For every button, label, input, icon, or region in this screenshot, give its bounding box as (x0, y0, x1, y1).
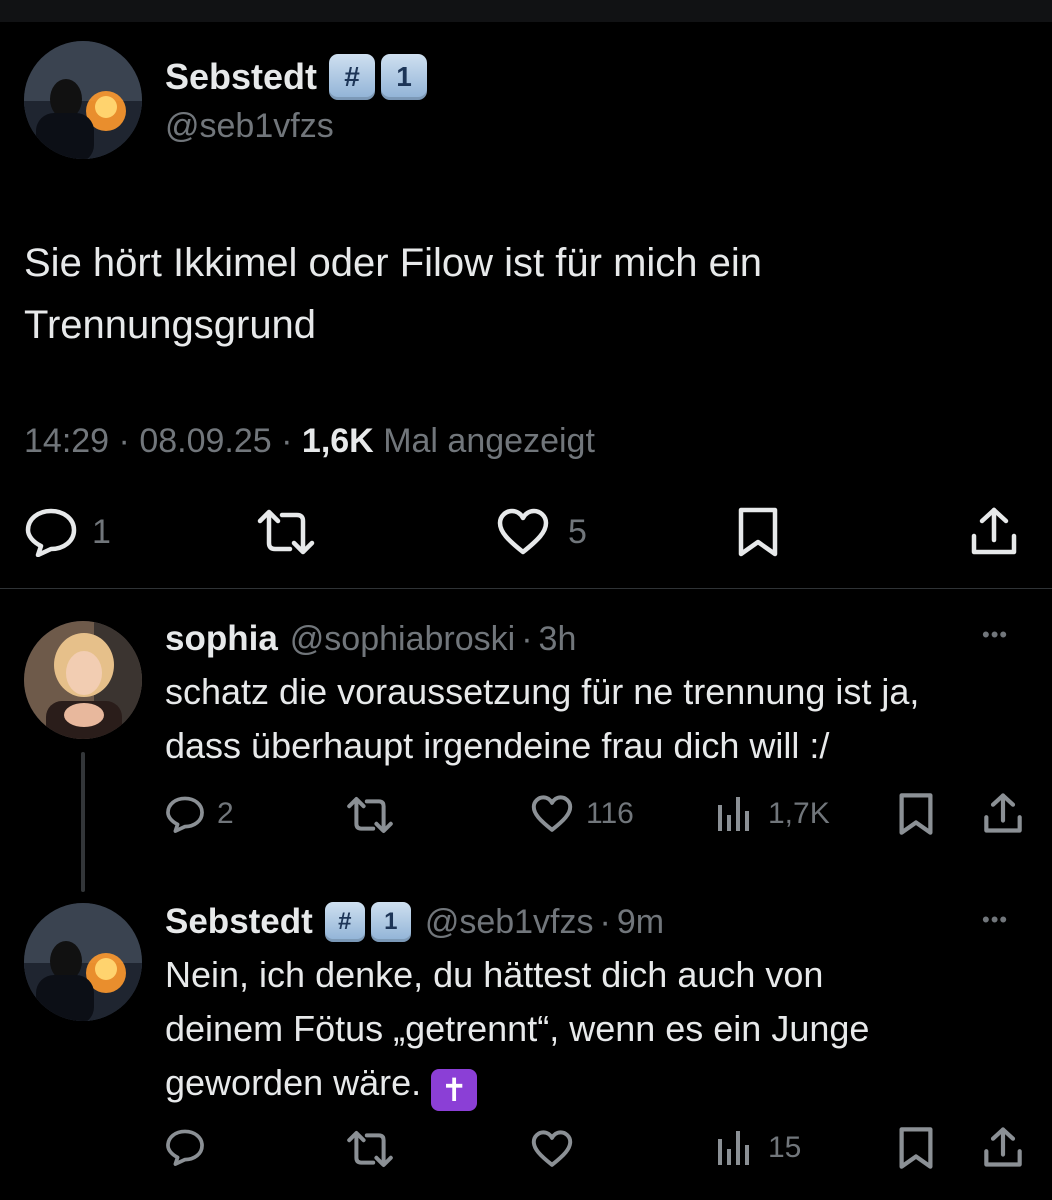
hash-badge: # (329, 54, 376, 100)
avatar-photo (24, 903, 142, 1021)
reply-share-button[interactable] (983, 792, 1023, 839)
author-handle[interactable]: @seb1vfzs (165, 107, 334, 146)
thread-line (81, 752, 85, 892)
reply-text-line: dass überhaupt irgendeine frau dich will… (165, 725, 830, 766)
reply-views-button[interactable]: 1,7K (716, 792, 830, 836)
author-name[interactable]: Sebstedt (165, 56, 317, 98)
reply-age[interactable]: 3h (539, 620, 577, 659)
reply-like-button[interactable]: 116 (530, 792, 634, 836)
tweet-date[interactable]: 08.09.25 (139, 422, 271, 460)
reply-text: schatz die voraussetzung für ne trennung… (165, 665, 919, 773)
latin-cross-emoji: ✝ (431, 1069, 478, 1111)
reply-avatar[interactable] (24, 621, 142, 739)
reply-text-line: Nein, ich denke, du hättest dich auch vo… (165, 954, 824, 995)
reply-bookmark-button[interactable] (898, 1126, 934, 1175)
bookmark-icon (899, 793, 933, 835)
tweet-meta: 14:29 · 08.09.25 · 1,6K Mal angezeigt (24, 422, 595, 461)
reply-author-handle[interactable]: @sophiabroski (290, 620, 515, 659)
views-count[interactable]: 1,6K (302, 422, 374, 460)
status-bar-strip (0, 0, 1052, 22)
share-icon (971, 507, 1017, 555)
heart-icon (531, 1130, 573, 1167)
tweet-text-line: Sie hört Ikkimel oder Filow ist für mich… (24, 241, 763, 285)
retweet-icon (347, 797, 393, 833)
share-button[interactable] (970, 506, 1018, 561)
reply-bookmark-button[interactable] (898, 792, 934, 841)
tweet-text-line: Trennungsgrund (24, 303, 317, 347)
more-options-button[interactable]: ••• (982, 907, 1008, 933)
reply-text-line: geworden wäre. (165, 1062, 422, 1103)
separator-dot: · (599, 902, 611, 941)
number-one-badge: 1 (370, 902, 411, 942)
reply-retweet-button[interactable] (345, 795, 395, 840)
bookmark-button[interactable] (737, 506, 779, 563)
reply-author-name[interactable]: sophia (165, 619, 278, 659)
tweet-time[interactable]: 14:29 (24, 422, 109, 460)
separator-dot: · (118, 422, 130, 460)
author-name-row: Sebstedt # 1 (165, 52, 428, 102)
retweet-button[interactable] (256, 507, 316, 562)
reply-age[interactable]: 9m (617, 903, 664, 942)
author-avatar[interactable] (24, 41, 142, 159)
reply-reply-count: 2 (217, 797, 234, 830)
tweet-text: Sie hört Ikkimel oder Filow ist für mich… (24, 232, 762, 356)
divider (0, 588, 1052, 589)
bookmark-icon (738, 507, 778, 557)
bookmark-icon (899, 1127, 933, 1169)
reply-avatar[interactable] (24, 903, 142, 1021)
retweet-icon (257, 509, 315, 555)
reply-text-line: schatz die voraussetzung für ne trennung… (165, 671, 920, 712)
reply-retweet-button[interactable] (345, 1129, 395, 1174)
like-count: 5 (568, 512, 587, 551)
reply-icon (166, 1129, 204, 1166)
reply-header: sophia @sophiabroski · 3h (165, 614, 576, 664)
separator-dot: · (281, 422, 293, 460)
views-icon (718, 797, 749, 831)
reply-text: Nein, ich denke, du hättest dich auch vo… (165, 948, 869, 1111)
heart-icon (497, 508, 549, 555)
reply-view-count: 1,7K (768, 797, 830, 830)
number-one-badge: 1 (381, 54, 428, 100)
reply-icon (166, 796, 204, 833)
reply-icon (25, 508, 77, 557)
retweet-icon (347, 1131, 393, 1167)
views-label: Mal angezeigt (383, 422, 595, 460)
avatar-photo (24, 41, 142, 159)
reply-share-button[interactable] (983, 1126, 1023, 1173)
views-icon (718, 1131, 749, 1165)
reply-text-line: deinem Fötus „getrennt“, wenn es ein Jun… (165, 1008, 870, 1049)
more-options-button[interactable]: ••• (982, 622, 1008, 648)
heart-icon (531, 795, 573, 832)
avatar-photo (24, 621, 142, 739)
reply-text-line-3: geworden wäre. ✝ (165, 1056, 869, 1111)
reply-view-count: 15 (768, 1131, 802, 1164)
reply-author-name[interactable]: Sebstedt (165, 902, 313, 942)
reply-author-handle[interactable]: @seb1vfzs (425, 903, 594, 942)
like-button[interactable]: 5 (496, 507, 587, 557)
hash-badge: # (324, 902, 365, 942)
reply-views-button[interactable]: 15 (716, 1126, 801, 1170)
separator-dot: · (521, 619, 533, 658)
share-icon (984, 793, 1022, 833)
reply-button[interactable]: 1 (24, 507, 111, 557)
reply-like-count: 116 (586, 797, 634, 830)
reply-reply-button[interactable]: 2 (165, 792, 234, 836)
share-icon (984, 1127, 1022, 1167)
reply-reply-button[interactable] (165, 1128, 205, 1171)
reply-count: 1 (92, 512, 111, 551)
reply-like-button[interactable] (530, 1130, 574, 1173)
reply-header: Sebstedt # 1 @seb1vfzs · 9m (165, 897, 664, 947)
